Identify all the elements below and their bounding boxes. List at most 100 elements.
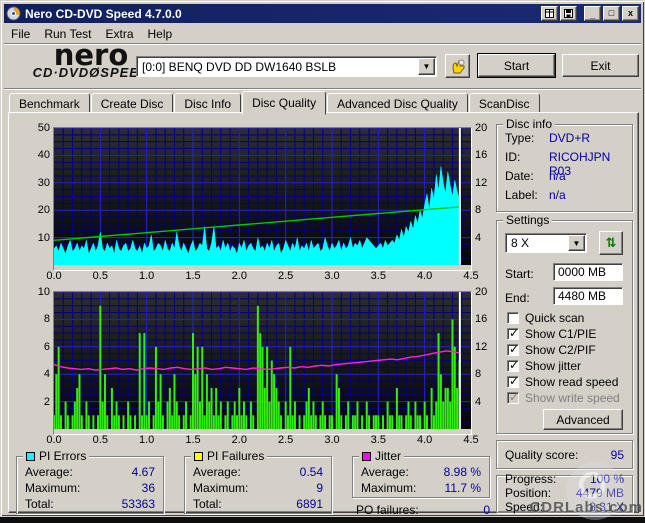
y-axis-tick-left: 8 [24,313,50,325]
start-field[interactable]: 0000 MB [553,263,623,281]
jitter-panel: Jitter Average:8.98 % Maximum:11.7 % [352,456,490,498]
maximize-button[interactable]: □ [603,6,620,21]
app-icon [6,6,21,21]
disc-info-panel: Disc info Type:DVD+R ID:RICOHJPN R03 Dat… [496,124,633,212]
x-axis-tick: 1.0 [139,270,154,282]
window-title: Nero CD-DVD Speed 4.7.0.0 [25,7,539,21]
check-icon: ✓ [509,390,519,404]
speed-dropdown-arrow-icon[interactable]: ▼ [568,235,585,251]
drive-select[interactable]: [0:0] BENQ DVD DD DW1640 BSLB ▼ [136,56,437,77]
jitter-title: Jitter [375,449,401,463]
x-axis-tick: 2.5 [278,434,293,446]
maximize-icon: □ [609,9,614,18]
pi-failures-title: PI Failures [207,449,264,463]
bottom-strip [0,517,645,523]
menu-file[interactable]: File [4,25,37,43]
y-axis-tick-left: 2 [24,396,50,408]
end-field[interactable]: 4480 MB [553,287,623,305]
report-icon [545,9,554,18]
y-axis-tick-right: 8 [475,204,481,216]
pi-failures-chart: 108642 20161284 0.00.51.01.52.02.53.03.5… [16,286,494,458]
speed-select-value: 8 X [506,236,567,250]
y-axis-tick-left: 6 [24,341,50,353]
pi-errors-panel: PI Errors Average:4.67 Maximum:36 Total:… [16,456,164,514]
y-axis-tick-left: 4 [24,368,50,380]
y-axis-tick-right: 4 [475,232,481,244]
x-axis-tick: 1.5 [185,434,200,446]
tab-create-disc[interactable]: Create Disc [91,93,174,113]
quality-score-label: Quality score: [505,448,578,462]
y-axis-tick-right: 8 [475,368,481,380]
save-icon [564,9,573,18]
x-axis-tick: 0.5 [93,270,108,282]
quality-score-panel: Quality score:95 [496,440,633,469]
y-axis-tick-right: 16 [475,149,487,161]
checkbox-quick-scan[interactable]: Quick scan [507,311,584,325]
x-axis-tick: 4.0 [417,270,432,282]
menu-help[interactable]: Help [141,25,180,43]
po-failures-row: PO failures:0 [356,503,490,517]
check-icon: ✓ [509,358,519,372]
settings-title: Settings [503,213,552,227]
checkbox-show-read-speed[interactable]: ✓Show read speed [507,375,618,389]
pi-errors-plot [54,128,471,265]
x-axis-tick: 2.0 [232,434,247,446]
tab-strip: Benchmark Create Disc Disc Info Disc Qua… [9,91,636,113]
close-button[interactable]: x [622,6,639,21]
tab-disc-info[interactable]: Disc Info [174,93,241,113]
check-icon: ✓ [509,342,519,356]
header: nero CD·DVDØSPEED [0:0] BENQ DVD DD DW16… [4,45,641,87]
report-button[interactable] [541,6,558,21]
y-axis-tick-right: 4 [475,396,481,408]
checkbox-show-c1-pie[interactable]: ✓Show C1/PIE [507,327,596,341]
eject-button[interactable] [445,54,470,78]
x-axis-tick: 4.5 [463,434,478,446]
pi-failures-swatch-icon [194,452,203,461]
x-axis-tick: 3.5 [371,434,386,446]
x-axis-tick: 1.0 [139,434,154,446]
advanced-button[interactable]: Advanced [543,409,623,430]
minimize-icon: _ [590,11,595,20]
exit-button[interactable]: Exit [562,54,639,77]
check-icon: ✓ [509,326,519,340]
x-axis-tick: 4.0 [417,434,432,446]
checkbox-show-write-speed[interactable]: ✓Show write speed [507,391,620,405]
x-axis-tick: 0.5 [93,434,108,446]
disc-info-title: Disc info [503,117,555,131]
refresh-button[interactable]: ⇅ [599,231,623,255]
header-separator [4,88,641,90]
checkbox-show-c2-pif[interactable]: ✓Show C2/PIF [507,343,596,357]
disc-quality-page: 5040302010 20161284 0.00.51.01.52.02.53.… [8,112,639,513]
start-button[interactable]: Start [478,54,555,77]
save-button[interactable] [560,6,577,21]
minimize-button[interactable]: _ [584,6,601,21]
drive-dropdown-arrow-icon[interactable]: ▼ [418,58,435,75]
refresh-icon: ⇅ [606,235,617,251]
checkbox-show-jitter[interactable]: ✓Show jitter [507,359,581,373]
y-axis-tick-right: 20 [475,286,487,298]
x-axis-tick: 0.0 [46,270,61,282]
check-icon: ✓ [509,374,519,388]
tab-disc-quality[interactable]: Disc Quality [242,91,326,115]
tab-advanced-disc-quality[interactable]: Advanced Disc Quality [327,93,468,113]
settings-panel: Settings 8 X ▼ ⇅ Start: 0000 MB End: 448… [496,220,633,434]
x-axis-tick: 2.0 [232,270,247,282]
y-axis-tick-left: 10 [24,232,50,244]
tab-scandisc[interactable]: ScanDisc [469,93,540,113]
y-axis-tick-right: 12 [475,341,487,353]
x-axis-tick: 3.0 [324,434,339,446]
x-axis-tick: 1.5 [185,270,200,282]
app-window: Nero CD-DVD Speed 4.7.0.0 _ □ x File Run… [0,0,645,517]
screen: Nero CD-DVD Speed 4.7.0.0 _ □ x File Run… [0,0,645,523]
hand-disc-icon [450,58,466,74]
speed-select[interactable]: 8 X ▼ [505,233,587,253]
y-axis-tick-right: 20 [475,122,487,134]
jitter-swatch-icon [362,452,371,461]
tab-benchmark[interactable]: Benchmark [9,93,90,113]
pi-errors-title: PI Errors [39,449,86,463]
pi-errors-chart: 5040302010 20161284 0.00.51.01.52.02.53.… [16,122,494,294]
title-bar[interactable]: Nero CD-DVD Speed 4.7.0.0 _ □ x [4,4,641,23]
y-axis-tick-left: 20 [24,204,50,216]
pi-failures-plot [54,292,471,429]
close-icon: x [628,9,633,18]
